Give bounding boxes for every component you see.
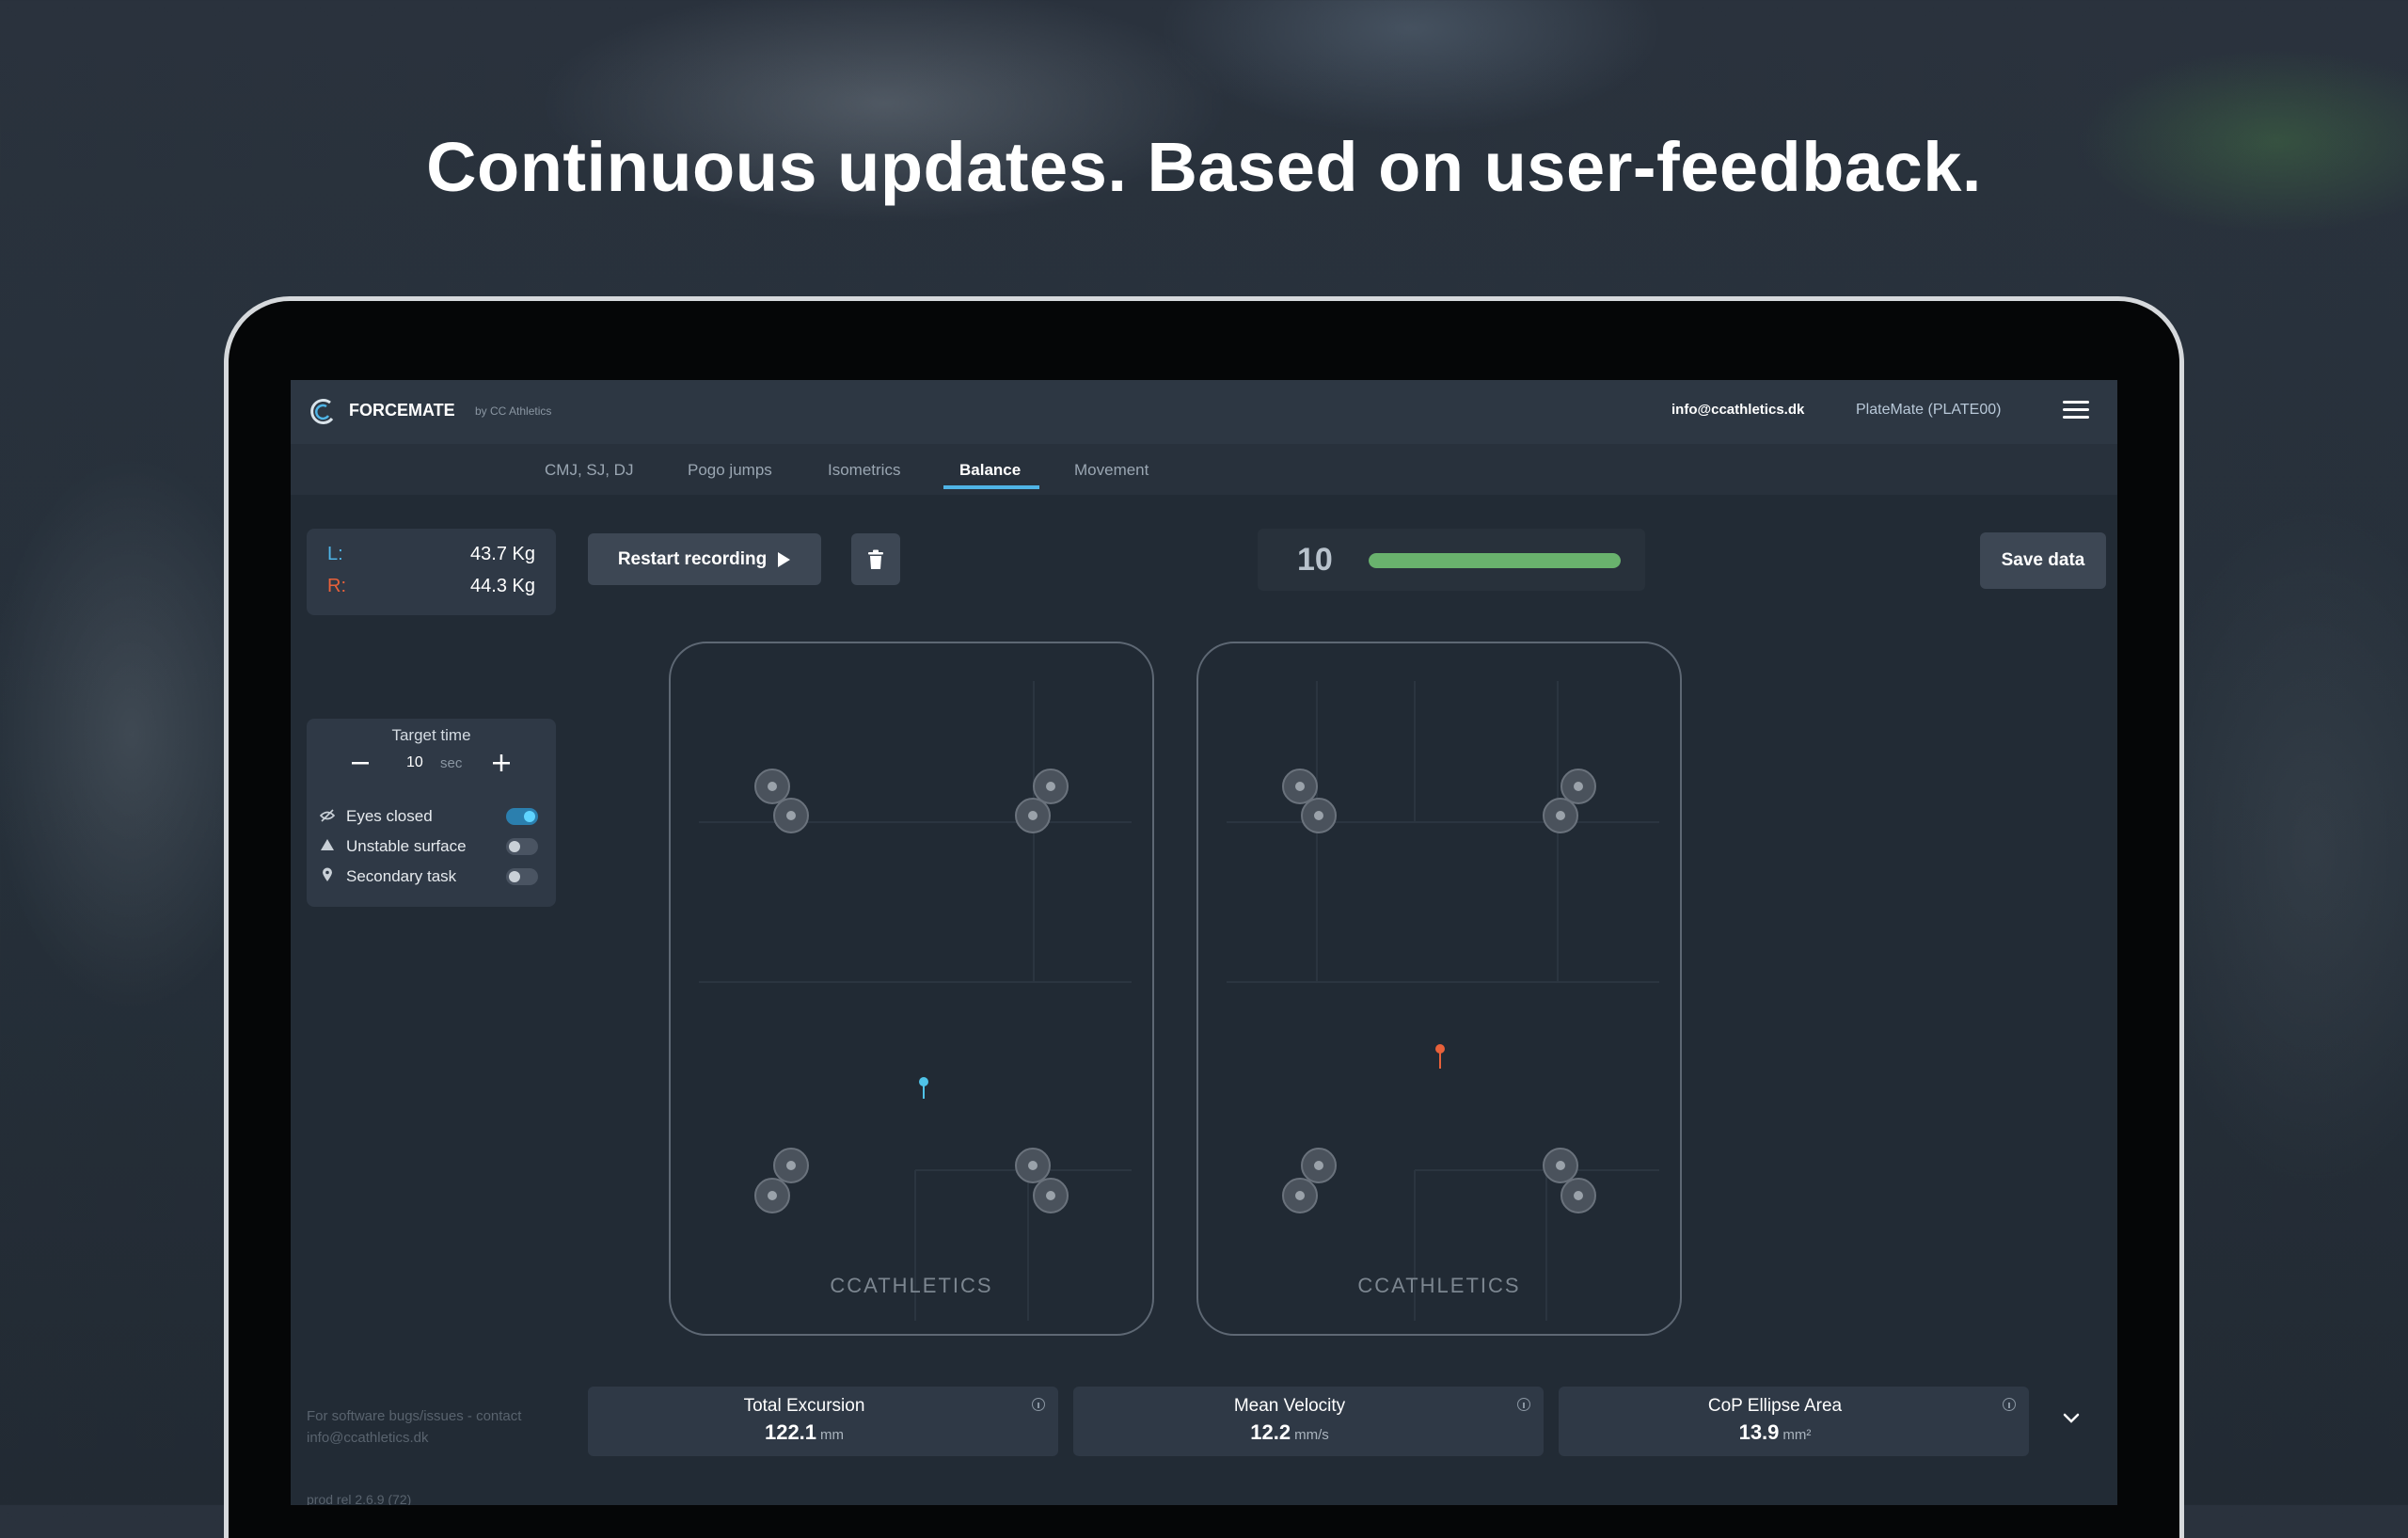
app-version: prod rel 2.6.9 (72) — [307, 1492, 412, 1505]
target-time-label: Target time — [391, 726, 471, 744]
plus-icon — [493, 754, 510, 771]
left-plate-drawing — [699, 681, 1132, 1321]
metric-title: CoP Ellipse Area — [1707, 1396, 1843, 1416]
increase-time-button[interactable] — [491, 753, 512, 773]
restart-recording-button[interactable]: Restart recording — [588, 533, 821, 585]
metric-cop-ellipse-area: CoP Ellipse Area 13.9 mm² — [1559, 1387, 2029, 1456]
right-plate-drawing — [1227, 681, 1659, 1321]
metric-unit: mm² — [1782, 1427, 1812, 1443]
decrease-time-button[interactable] — [350, 753, 371, 773]
minus-icon — [352, 762, 369, 765]
target-time-unit: sec — [440, 755, 463, 771]
metric-value: 122.1 — [764, 1420, 817, 1444]
tab-movement[interactable]: Movement — [1074, 461, 1149, 480]
left-force-plate: CCATHLETICS — [669, 642, 1154, 1336]
left-weight-value: 43.7 Kg — [470, 544, 535, 564]
save-data-label: Save data — [2001, 550, 2085, 570]
option-label-secondary-task: Secondary task — [346, 867, 457, 885]
account-email[interactable]: info@ccathletics.dk — [1671, 402, 1804, 418]
delete-recording-button[interactable] — [851, 533, 900, 585]
top-bar: FORCEMATE by CC Athletics info@ccathleti… — [291, 380, 2117, 444]
metric-value-wrap: 12.2 mm/s — [1073, 1420, 1506, 1445]
eye-closed-icon — [320, 809, 335, 822]
tab-bar: CMJ, SJ, DJ Pogo jumps Isometrics Balanc… — [291, 444, 2117, 495]
tab-cmj-sj-dj[interactable]: CMJ, SJ, DJ — [545, 461, 633, 480]
recording-timer: 10 — [1258, 529, 1645, 591]
warning-triangle-icon — [321, 839, 334, 850]
option-label-eyes-closed: Eyes closed — [346, 807, 433, 825]
left-weight-label: L: — [327, 544, 343, 564]
tab-pogo-jumps[interactable]: Pogo jumps — [688, 461, 772, 480]
save-data-button[interactable]: Save data — [1980, 532, 2106, 589]
hamburger-menu-icon[interactable] — [2063, 401, 2089, 421]
toggle-unstable-surface[interactable] — [506, 838, 538, 855]
metric-value: 13.9 — [1738, 1420, 1780, 1444]
metric-total-excursion: Total Excursion 122.1 mm — [588, 1387, 1058, 1456]
metric-mean-velocity: Mean Velocity 12.2 mm/s — [1073, 1387, 1544, 1456]
expand-metrics-chevron-down-icon[interactable] — [2059, 1405, 2083, 1430]
test-settings-panel: Target time 10 sec Eyes closed Unstable … — [307, 719, 556, 907]
right-plate-watermark: CCATHLETICS — [1357, 1274, 1521, 1297]
app-screen: FORCEMATE by CC Athletics info@ccathleti… — [291, 380, 2117, 1505]
support-contact-text: For software bugs/issues - contact info@… — [307, 1408, 522, 1446]
metric-value-wrap: 13.9 mm² — [1559, 1420, 1991, 1445]
right-weight-value: 44.3 Kg — [470, 576, 535, 596]
headline: Continuous updates. Based on user-feedba… — [426, 128, 1982, 206]
left-plate-watermark: CCATHLETICS — [830, 1274, 993, 1297]
option-label-unstable-surface: Unstable surface — [346, 837, 467, 855]
metric-title: Total Excursion — [743, 1396, 865, 1416]
right-cop-marker — [1435, 1044, 1445, 1069]
forcemate-logo-icon — [310, 398, 334, 424]
timer-value: 10 — [1297, 542, 1333, 578]
tab-balance[interactable]: Balance — [959, 461, 1021, 480]
metric-value-wrap: 122.1 mm — [588, 1420, 1021, 1445]
timer-progress-fill — [1369, 553, 1621, 568]
toggle-secondary-task[interactable] — [506, 868, 538, 885]
tab-isometrics[interactable]: Isometrics — [828, 461, 900, 480]
brand-subtitle: by CC Athletics — [475, 404, 552, 418]
play-icon — [778, 551, 791, 567]
device-selector[interactable]: PlateMate (PLATE00) — [1856, 402, 2001, 419]
left-cop-marker — [919, 1077, 928, 1099]
metric-unit: mm — [820, 1427, 845, 1443]
target-time-value: 10 — [406, 754, 423, 770]
info-icon[interactable] — [1032, 1398, 1045, 1411]
weight-readout: L: 43.7 Kg R: 44.3 Kg — [307, 529, 556, 615]
timer-progress-bar — [1369, 553, 1621, 568]
right-weight-label: R: — [327, 576, 346, 596]
active-tab-indicator — [943, 485, 1039, 489]
info-icon[interactable] — [1517, 1398, 1530, 1411]
metric-title: Mean Velocity — [1233, 1396, 1346, 1416]
metric-value: 12.2 — [1250, 1420, 1291, 1444]
info-icon[interactable] — [2003, 1398, 2016, 1411]
right-force-plate: CCATHLETICS — [1196, 642, 1682, 1336]
trash-icon — [868, 549, 883, 569]
location-pin-icon — [323, 867, 332, 881]
restart-recording-label: Restart recording — [617, 548, 768, 569]
metric-unit: mm/s — [1294, 1427, 1329, 1443]
brand-name: FORCEMATE — [349, 401, 455, 420]
toggle-eyes-closed[interactable] — [506, 808, 538, 825]
